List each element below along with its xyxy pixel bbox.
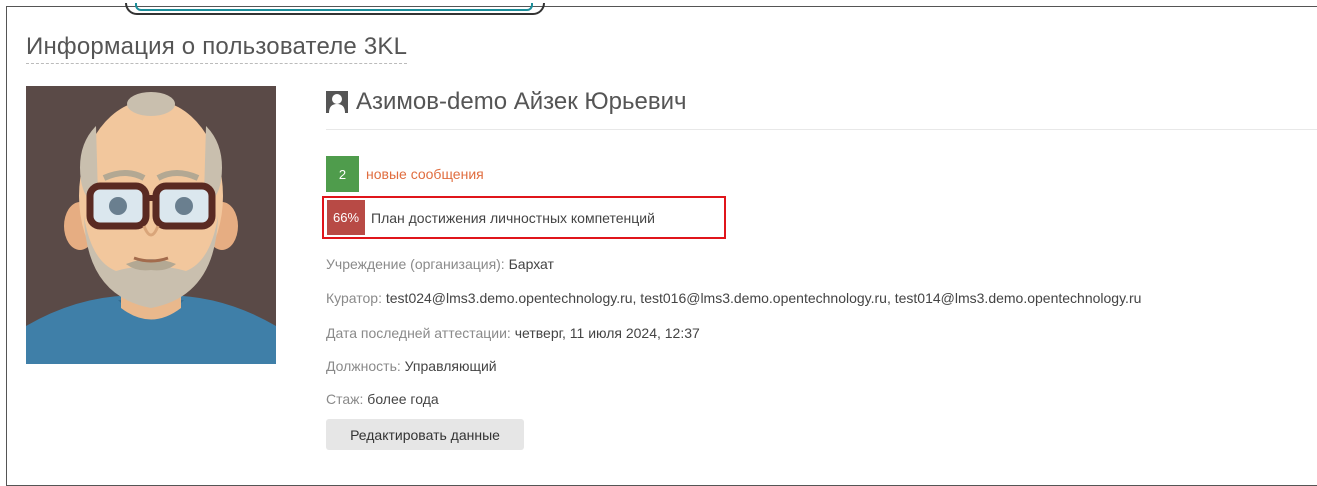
experience-label: Стаж: [326,391,364,407]
organization-line: Учреждение (организация): Бархат [326,255,554,273]
position-line: Должность: Управляющий [326,357,497,375]
attestation-label: Дата последней аттестации: [326,325,511,341]
organization-label: Учреждение (организация): [326,256,505,272]
new-messages-link[interactable]: новые сообщения [366,166,484,182]
user-full-name: Азимов-demo Айзек Юрьевич [326,88,686,116]
attestation-value: четверг, 11 июля 2024, 12:37 [514,325,700,341]
messages-row[interactable]: 2 новые сообщения [326,156,484,192]
name-divider [326,129,1317,130]
experience-line: Стаж: более года [326,390,439,408]
block-title: Информация о пользователе 3KL [26,33,408,64]
experience-value: более года [367,391,439,407]
user-name-text: Азимов-demo Айзек Юрьевич [356,88,687,115]
curator-line: Куратор: test024@lms3.demo.opentechnolog… [326,289,1141,307]
curator-label: Куратор: [326,290,382,306]
top-tab-decoration [125,3,545,17]
edit-data-button[interactable]: Редактировать данные [326,419,524,450]
user-icon [326,91,348,113]
organization-value: Бархат [508,256,554,272]
position-value: Управляющий [404,358,497,374]
attestation-line: Дата последней аттестации: четверг, 11 и… [326,324,700,342]
messages-count-badge: 2 [326,156,359,192]
competence-percent-badge: 66% [327,200,365,235]
position-label: Должность: [326,358,401,374]
curator-value: test024@lms3.demo.opentechnology.ru, tes… [385,290,1142,306]
avatar-image [26,86,276,364]
competence-plan-label: План достижения личностных компетенций [371,209,655,226]
competence-plan-row[interactable]: 66% План достижения личностных компетенц… [322,196,726,239]
user-avatar[interactable] [26,86,276,364]
